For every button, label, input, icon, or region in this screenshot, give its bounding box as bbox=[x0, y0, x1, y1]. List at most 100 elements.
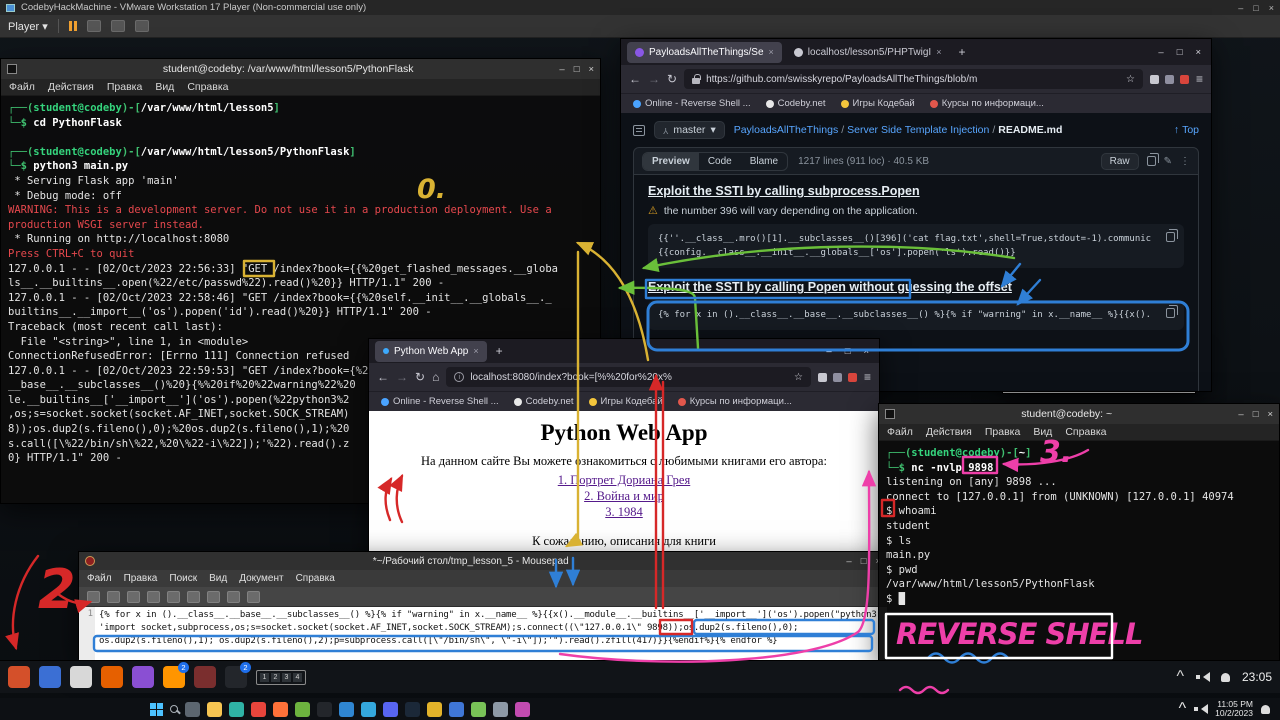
taskbar-app-icon[interactable] bbox=[339, 702, 354, 717]
toolbar-icon[interactable] bbox=[147, 591, 160, 603]
terminal-output[interactable]: ┌──(student@codeby)-[~]└─$ nc -nvlp 9898… bbox=[879, 441, 1279, 661]
taskbar-app-icon[interactable] bbox=[361, 702, 376, 717]
extension-icon[interactable] bbox=[1150, 75, 1159, 84]
book-link[interactable]: 1. Портрет Дориана Грея bbox=[369, 472, 879, 488]
terminal-titlebar[interactable]: student@codeby: ~ – □ × bbox=[879, 404, 1279, 424]
volume-icon[interactable] bbox=[1196, 672, 1209, 683]
toolbar-icon[interactable] bbox=[247, 591, 260, 603]
tab-close-icon[interactable]: × bbox=[936, 47, 941, 57]
menu-button[interactable]: ≡ bbox=[864, 370, 871, 384]
menu-item[interactable]: Вид bbox=[1033, 426, 1052, 438]
reload-button[interactable]: ↻ bbox=[667, 72, 677, 86]
tab-payloadsallthethings[interactable]: PayloadsAllTheThings/Se × bbox=[627, 42, 782, 63]
bookmark-star-icon[interactable]: ☆ bbox=[1126, 74, 1135, 85]
ctrl-alt-del-icon[interactable] bbox=[87, 20, 101, 32]
clock[interactable]: 11:05 PM 10/2/2023 bbox=[1215, 700, 1253, 719]
bookmark-item[interactable]: Игры Кодебай bbox=[841, 98, 915, 109]
maximize-button[interactable]: □ bbox=[1253, 3, 1258, 13]
taskbar-app-icon[interactable] bbox=[427, 702, 442, 717]
book-link[interactable]: 3. 1984 bbox=[369, 504, 879, 520]
windows-start-icon[interactable] bbox=[150, 703, 163, 716]
taskbar-app-icon[interactable] bbox=[229, 702, 244, 717]
toolbar-icon[interactable] bbox=[227, 591, 240, 603]
tab-close-icon[interactable]: × bbox=[769, 47, 774, 57]
tab-localhost-phptwig[interactable]: localhost/lesson5/PHPTwigI × bbox=[786, 42, 950, 63]
editor-area[interactable]: 1 {% for x in ().__class__.__base__.__su… bbox=[79, 607, 887, 660]
extension-icon[interactable] bbox=[818, 373, 827, 382]
new-tab-button[interactable]: + bbox=[491, 344, 508, 358]
menu-item[interactable]: Вид bbox=[155, 81, 174, 93]
workspace-cell[interactable]: 1 bbox=[260, 673, 269, 682]
copy-icon[interactable] bbox=[1147, 156, 1156, 166]
toolbar-icon[interactable] bbox=[167, 591, 180, 603]
tab-preview[interactable]: Preview bbox=[643, 153, 699, 170]
bookmark-item[interactable]: Игры Кодебай bbox=[589, 396, 663, 407]
taskbar-app-icon[interactable]: 2 bbox=[225, 666, 247, 688]
workspace-cell[interactable]: 4 bbox=[293, 673, 302, 682]
close-button[interactable]: × bbox=[863, 346, 869, 357]
tab-code[interactable]: Code bbox=[699, 153, 741, 170]
taskbar-app-icon[interactable] bbox=[132, 666, 154, 688]
maximize-button[interactable]: □ bbox=[845, 346, 851, 357]
tab-python-web-app[interactable]: Python Web App × bbox=[375, 341, 487, 362]
menu-item[interactable]: Справка bbox=[187, 81, 228, 93]
section-heading[interactable]: Exploit the SSTI by calling Popen withou… bbox=[648, 280, 1184, 294]
taskbar-app-icon[interactable] bbox=[8, 666, 30, 688]
raw-button[interactable]: Raw bbox=[1101, 153, 1139, 170]
workspace-pager[interactable]: 1234 bbox=[256, 670, 306, 685]
section-heading[interactable]: Exploit the SSTI by calling subprocess.P… bbox=[648, 184, 1184, 198]
book-link[interactable]: 2. Война и мир bbox=[369, 488, 879, 504]
bookmark-item[interactable]: Online - Reverse Shell ... bbox=[633, 98, 751, 109]
menu-item[interactable]: Действия bbox=[926, 426, 972, 438]
menu-item[interactable]: Документ bbox=[239, 573, 283, 584]
taskbar-app-icon[interactable] bbox=[39, 666, 61, 688]
taskbar-app-icon[interactable] bbox=[194, 666, 216, 688]
taskbar-app-icon[interactable] bbox=[449, 702, 464, 717]
site-info-icon[interactable]: i bbox=[454, 372, 464, 382]
payload-text[interactable]: {% for x in ().__class__.__base__.__subc… bbox=[95, 607, 887, 660]
toolbar-icon[interactable] bbox=[127, 591, 140, 603]
tray-expand-icon[interactable]: ^ bbox=[1176, 668, 1184, 686]
toolbar-icon[interactable] bbox=[87, 591, 100, 603]
menu-item[interactable]: Правка bbox=[124, 573, 158, 584]
extension-icon[interactable] bbox=[1180, 75, 1189, 84]
toolbar-icon[interactable] bbox=[187, 591, 200, 603]
devices-icon[interactable] bbox=[135, 20, 149, 32]
new-tab-button[interactable]: + bbox=[953, 45, 970, 59]
reload-button[interactable]: ↻ bbox=[415, 370, 425, 384]
taskbar-app-icon[interactable] bbox=[471, 702, 486, 717]
fullscreen-icon[interactable] bbox=[111, 20, 125, 32]
search-icon[interactable] bbox=[170, 705, 178, 713]
vm-clock[interactable]: 23:05 bbox=[1242, 670, 1272, 684]
taskbar-app-icon[interactable] bbox=[383, 702, 398, 717]
toolbar-icon[interactable] bbox=[207, 591, 220, 603]
menu-item[interactable]: Правка bbox=[985, 426, 1020, 438]
extension-icon[interactable] bbox=[1165, 75, 1174, 84]
menu-item[interactable]: Правка bbox=[107, 81, 142, 93]
minimize-button[interactable]: – bbox=[846, 556, 851, 567]
menu-item[interactable]: Файл bbox=[87, 573, 112, 584]
taskbar-app-icon[interactable] bbox=[317, 702, 332, 717]
notifications-icon[interactable] bbox=[1221, 673, 1230, 682]
taskbar-app-icon[interactable] bbox=[295, 702, 310, 717]
url-bar[interactable]: i localhost:8080/index?book=[%%20for%20x… bbox=[446, 367, 811, 387]
bookmark-item[interactable]: Codeby.net bbox=[766, 98, 826, 109]
back-button[interactable]: ← bbox=[629, 72, 641, 86]
menu-item[interactable]: Справка bbox=[296, 573, 335, 584]
taskbar-app-icon[interactable] bbox=[70, 666, 92, 688]
minimize-button[interactable]: – bbox=[1158, 47, 1163, 58]
toolbar-icon[interactable] bbox=[107, 591, 120, 603]
menu-item[interactable]: Действия bbox=[48, 81, 94, 93]
vmware-titlebar[interactable]: CodebyHackMachine - VMware Workstation 1… bbox=[0, 0, 1280, 15]
menu-item[interactable]: Поиск bbox=[169, 573, 197, 584]
url-bar[interactable]: https://github.com/swisskyrepo/PayloadsA… bbox=[684, 69, 1143, 89]
pause-vm-icon[interactable] bbox=[69, 21, 77, 31]
copy-code-icon[interactable] bbox=[1166, 232, 1175, 242]
player-menu[interactable]: Player ▾ bbox=[8, 20, 48, 33]
extension-icon[interactable] bbox=[833, 373, 842, 382]
taskbar-app-icon[interactable] bbox=[405, 702, 420, 717]
taskbar-app-icon[interactable] bbox=[207, 702, 222, 717]
minimize-button[interactable]: – bbox=[1238, 3, 1243, 13]
menu-item[interactable]: Файл bbox=[887, 426, 913, 438]
taskbar-app-icon[interactable] bbox=[185, 702, 200, 717]
